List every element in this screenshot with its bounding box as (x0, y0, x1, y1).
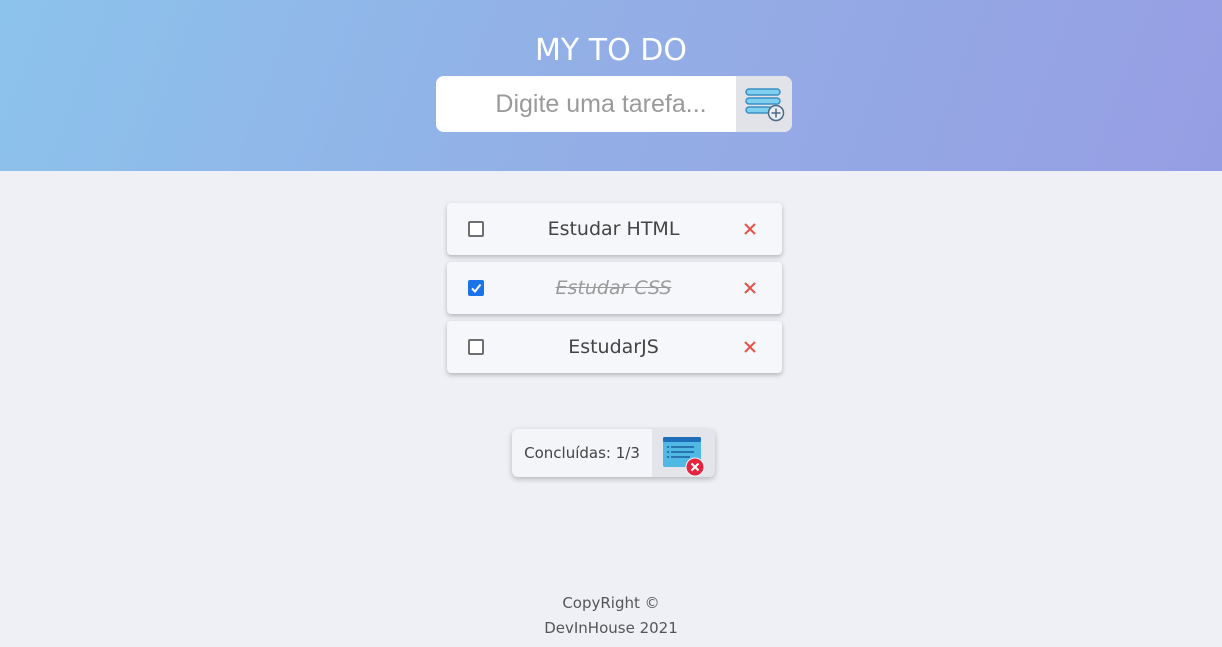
clear-list-icon (663, 437, 705, 477)
footer-copyright: CopyRight © (562, 594, 660, 612)
app-title: MY TO DO (535, 33, 687, 68)
footer: CopyRight © DevInHouse 2021 (0, 591, 1222, 641)
add-list-icon (745, 88, 785, 122)
task-checkbox[interactable] (468, 221, 484, 237)
close-icon[interactable] (741, 220, 759, 238)
task-item: EstudarJS (447, 321, 782, 373)
task-item: Estudar HTML (447, 203, 782, 255)
task-list: Estudar HTML Estudar CSS EstudarJS (447, 203, 782, 380)
checkmark-icon (471, 283, 482, 294)
task-text: Estudar CSS (555, 277, 672, 299)
completed-summary: Concluídas: 1/3 (512, 429, 715, 477)
task-text: EstudarJS (568, 336, 659, 358)
add-task-button[interactable] (736, 76, 792, 132)
close-icon[interactable] (741, 338, 759, 356)
app-header: MY TO DO (0, 0, 1222, 171)
close-icon[interactable] (741, 279, 759, 297)
task-checkbox[interactable] (468, 339, 484, 355)
task-text: Estudar HTML (547, 218, 680, 240)
task-input-group (436, 76, 792, 132)
clear-completed-button[interactable] (652, 429, 715, 477)
footer-owner: DevInHouse 2021 (544, 619, 678, 637)
task-checkbox[interactable] (468, 280, 484, 296)
task-item: Estudar CSS (447, 262, 782, 314)
task-input[interactable] (436, 76, 736, 132)
completed-count: Concluídas: 1/3 (524, 444, 640, 462)
